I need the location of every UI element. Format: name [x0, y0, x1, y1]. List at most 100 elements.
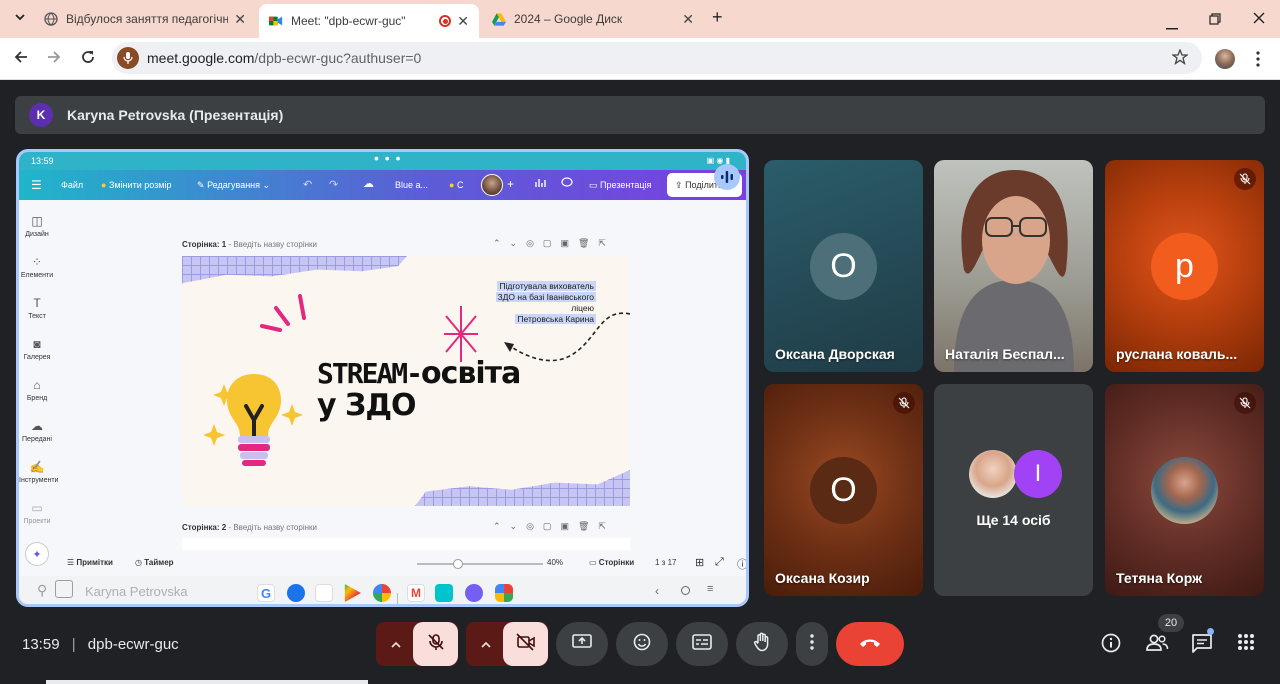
participant-tile[interactable]: р руслана коваль... [1105, 160, 1264, 372]
google-app-icon[interactable]: G [257, 584, 275, 602]
microphone-in-use-icon[interactable] [117, 47, 139, 69]
people-icon[interactable] [1145, 633, 1169, 658]
camera-toggle-button[interactable] [503, 622, 548, 666]
raise-hand-button[interactable] [736, 622, 788, 666]
close-tab-icon[interactable]: ✕ [682, 11, 694, 28]
page-2-tools[interactable]: ⌃⌄◎▢▣🗑⇱ [493, 521, 615, 532]
sidebar-item-uploads[interactable]: ☁ Передані [19, 419, 55, 443]
resize-button[interactable]: ● Змінити розмір [101, 180, 171, 190]
sidebar-item-brand[interactable]: ⌂ Бренд [19, 378, 55, 402]
present-button[interactable]: ▭ Презентація [589, 180, 651, 191]
apps-grid-icon[interactable] [495, 584, 513, 602]
activities-grid-icon[interactable] [1237, 633, 1255, 656]
collaborator-avatar[interactable] [481, 174, 503, 196]
more-participants-tile[interactable]: I Ще 14 осіб [934, 384, 1093, 596]
horizontal-scrollbar[interactable] [46, 680, 368, 684]
reload-icon[interactable] [80, 49, 96, 70]
android-recents-icon[interactable]: ≡ [707, 583, 713, 595]
play-store-icon[interactable] [344, 584, 361, 602]
screen-share-view[interactable]: 13:59 • • • ▣ ◉ ▮ ☰ Файл ● Змінити розмі… [16, 149, 749, 607]
messages-app-icon[interactable] [287, 584, 305, 602]
pin-icon[interactable]: ⚲ [37, 582, 47, 599]
undo-icon[interactable]: ↶ [303, 178, 312, 191]
page-1-tools[interactable]: ⌃⌄◎▢▣🗑⇱ [493, 238, 615, 249]
file-menu[interactable]: Файл [61, 180, 83, 190]
android-home-icon[interactable] [681, 586, 690, 595]
participant-tile[interactable]: О Оксана Дворская [764, 160, 923, 372]
close-window-icon[interactable] [1253, 11, 1265, 27]
redo-icon[interactable]: ↷ [329, 178, 338, 191]
tab-meet[interactable]: Meet: "dpb-ecwr-guc" ✕ [259, 4, 479, 38]
microphone-toggle-button[interactable] [413, 622, 458, 666]
sidebar-item-projects[interactable]: ▭ Проекти [19, 501, 55, 525]
sidebar-item-gallery[interactable]: ◙ Галерея [19, 337, 55, 361]
assistant-app-icon[interactable] [315, 584, 333, 602]
forward-arrow-icon[interactable] [46, 49, 62, 70]
browser-menu-icon[interactable] [1256, 51, 1260, 72]
add-collaborator-icon[interactable]: + [507, 177, 514, 191]
zoom-slider-handle[interactable] [453, 559, 463, 569]
reactions-button[interactable] [616, 622, 668, 666]
chat-icon[interactable] [1191, 633, 1213, 658]
mic-options-chevron-icon[interactable] [380, 622, 412, 666]
more-options-button[interactable] [796, 622, 828, 666]
tab-google-doc[interactable]: Відбулося заняття педагогічно ✕ [34, 4, 256, 34]
participant-tile[interactable]: О Оксана Козир [764, 384, 923, 596]
timer-button[interactable]: ◷ Таймер [135, 558, 174, 567]
sidebar-item-tools[interactable]: ✍ Інструменти [19, 460, 58, 484]
restore-icon[interactable] [1209, 12, 1221, 28]
participant-name: Оксана Дворская [775, 346, 895, 362]
photos-app-icon[interactable] [373, 584, 391, 602]
notes-button[interactable]: ☰ Примітки [67, 558, 113, 567]
sidebar-item-elements[interactable]: ⁘ Елементи [19, 255, 55, 279]
page-2-label[interactable]: Сторінка: 2 - Введіть назву сторінки [182, 523, 317, 532]
help-icon[interactable]: ⓘ [737, 556, 746, 572]
zoom-level[interactable]: 40% [547, 558, 563, 567]
comment-icon[interactable] [561, 177, 573, 190]
fullscreen-icon[interactable]: ⤢ [715, 556, 724, 569]
presenter-watermark: Karyna Petrovska [85, 584, 188, 599]
camera-options-chevron-icon[interactable] [470, 622, 502, 666]
participant-tile[interactable]: Тетяна Корж [1105, 384, 1264, 596]
participant-tile-video[interactable]: Наталія Беспал... [934, 160, 1093, 372]
canva-app-icon[interactable] [435, 584, 453, 602]
design-title[interactable]: Blue a... [395, 180, 428, 190]
back-arrow-icon[interactable] [13, 49, 29, 70]
hamburger-icon[interactable]: ☰ [31, 178, 42, 192]
new-tab-button[interactable]: + [712, 7, 723, 28]
insights-chart-icon[interactable] [535, 177, 546, 190]
present-screen-button[interactable] [556, 622, 608, 666]
collaborator-chip[interactable]: ● C [449, 180, 463, 190]
url-bar[interactable]: meet.google.com/dpb-ecwr-guc?authuser=0 [112, 42, 1202, 74]
tab-search-chevron-icon[interactable] [14, 10, 26, 26]
cloud-save-icon[interactable]: ☁ [363, 177, 374, 190]
close-tab-icon[interactable]: ✕ [234, 11, 246, 28]
canva-bottom-bar: ☰ Примітки ◷ Таймер 40% ▭ Сторінки 1 з 1… [55, 552, 746, 576]
sidebar-item-design[interactable]: ◫ Дизайн [19, 214, 55, 238]
leave-call-button[interactable] [836, 622, 904, 666]
drag-handle-icon[interactable]: • • • [374, 152, 401, 166]
profile-avatar[interactable] [1215, 49, 1235, 69]
slide-2-preview[interactable] [182, 538, 630, 550]
zoom-slider[interactable] [417, 559, 543, 569]
gmail-app-icon[interactable]: M [407, 584, 425, 602]
globe-icon [44, 12, 58, 26]
page-1-label[interactable]: Сторінка: 1 - Введіть назву сторінки [182, 240, 317, 249]
sidebar-item-text[interactable]: T Текст [19, 296, 55, 320]
pages-button[interactable]: ▭ Сторінки [589, 558, 634, 567]
close-tab-icon[interactable]: ✕ [457, 13, 469, 30]
editing-dropdown[interactable]: ✎ Редагування ⌄ [197, 180, 270, 191]
minimize-icon[interactable] [1166, 17, 1178, 33]
pages-icon: ▭ [589, 558, 597, 567]
magic-assistant-button[interactable]: ✦ [25, 542, 49, 566]
viber-app-icon[interactable] [465, 584, 483, 602]
meeting-details-info-icon[interactable] [1101, 633, 1121, 658]
bookmark-star-icon[interactable] [1171, 48, 1189, 70]
window-icon[interactable] [55, 580, 73, 598]
captions-button[interactable] [676, 622, 728, 666]
participant-avatar: О [810, 233, 877, 300]
tab-google-drive[interactable]: 2024 – Google Диск ✕ [482, 4, 704, 34]
grid-view-icon[interactable]: ⊞ [695, 556, 704, 569]
slide-canvas[interactable]: Підготувала вихователь ЗДО на базі Івані… [182, 256, 630, 506]
android-back-icon[interactable]: ‹ [655, 584, 659, 598]
